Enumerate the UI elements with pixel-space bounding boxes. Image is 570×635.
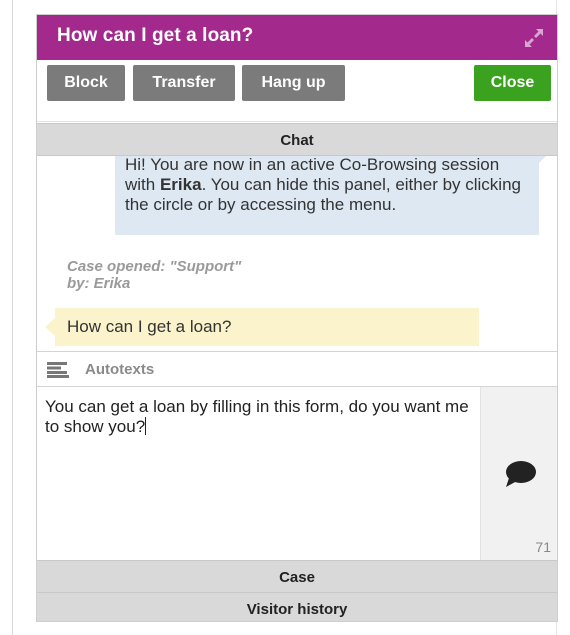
visitor-message: How can I get a loan?	[45, 308, 479, 346]
expand-arrows-icon[interactable]	[523, 27, 545, 49]
case-note-line-2: by: Erika	[67, 275, 131, 292]
hang-up-button[interactable]: Hang up	[242, 65, 345, 101]
autotexts-bar[interactable]: Autotexts	[37, 351, 557, 387]
section-chat[interactable]: Chat	[37, 123, 557, 156]
chat-header: How can I get a loan?	[37, 15, 557, 60]
chat-messages: Hi! You are now in an active Co-Browsing…	[37, 156, 557, 350]
lines-icon	[47, 362, 69, 378]
case-opened-note: Case opened: "Support" by: Erika	[67, 258, 241, 292]
compose-side-panel: 71	[480, 387, 557, 560]
close-button[interactable]: Close	[474, 65, 551, 101]
agent-message: Hi! You are now in an active Co-Browsing…	[115, 156, 549, 235]
section-visitor-history[interactable]: Visitor history	[37, 592, 557, 621]
transfer-button[interactable]: Transfer	[133, 65, 235, 101]
message-input[interactable]: You can get a loan by filling in this fo…	[37, 387, 480, 560]
message-input-text: You can get a loan by filling in this fo…	[45, 397, 469, 436]
block-button[interactable]: Block	[47, 65, 125, 101]
speech-bubble-icon[interactable]	[503, 459, 537, 489]
character-count: 71	[535, 539, 551, 555]
agent-name: Erika	[159, 175, 202, 194]
autotexts-label: Autotexts	[85, 361, 155, 378]
section-case[interactable]: Case	[37, 560, 557, 593]
chat-title: How can I get a loan?	[57, 25, 254, 46]
case-note-line-1: Case opened: "Support"	[67, 258, 242, 275]
text-caret	[145, 417, 147, 435]
action-toolbar: Block Transfer Hang up Close	[37, 60, 557, 122]
compose-area: You can get a loan by filling in this fo…	[37, 387, 557, 560]
chat-panel: How can I get a loan? Block Transfer Han…	[36, 14, 558, 622]
